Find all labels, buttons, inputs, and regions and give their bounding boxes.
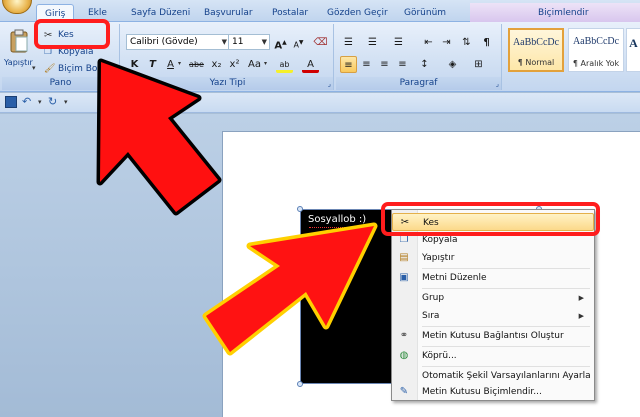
red-arrow-ribbon-inner xyxy=(100,62,218,212)
red-arrow-menu-inner xyxy=(206,226,374,352)
annotation-arrows xyxy=(96,58,378,356)
